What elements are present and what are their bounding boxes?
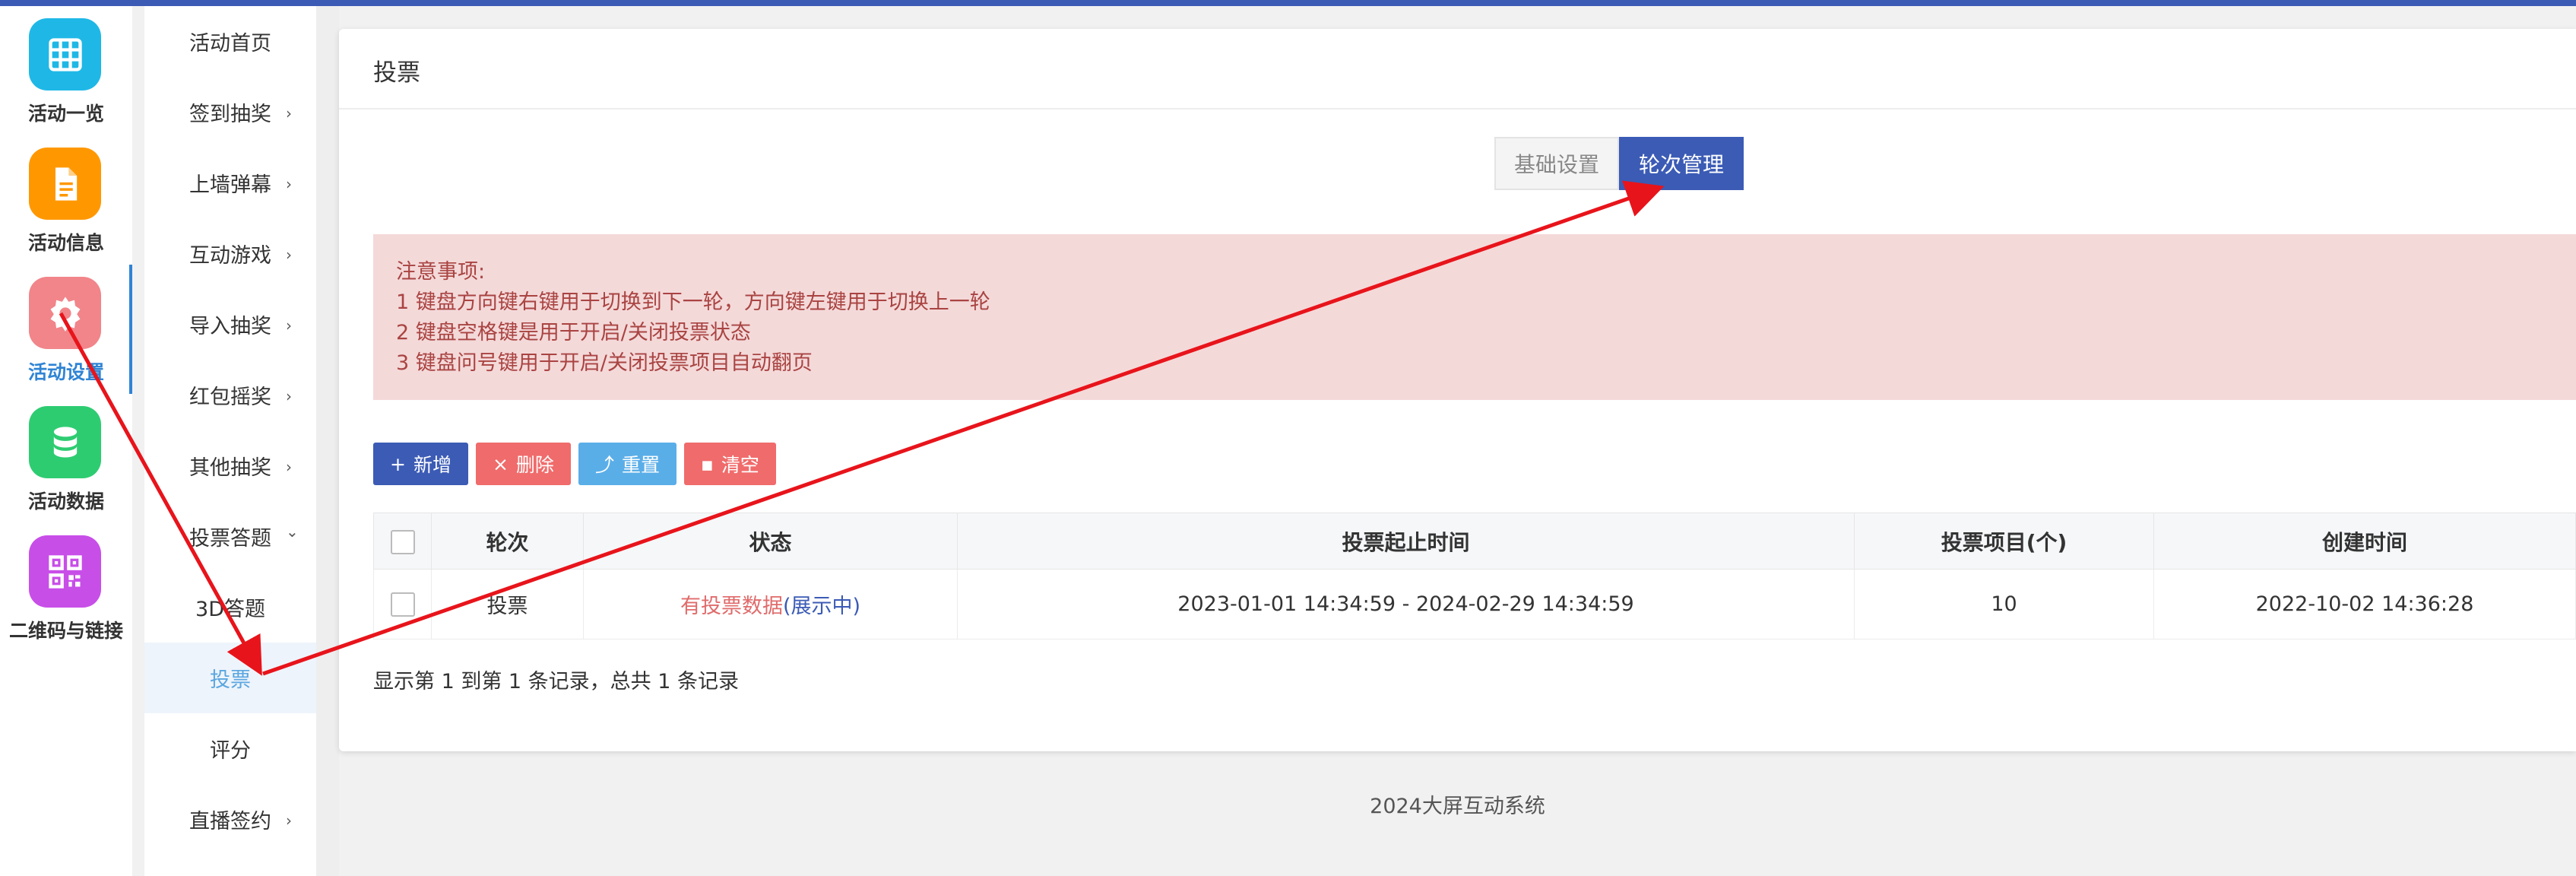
gear-icon [29,277,101,349]
cell-item-count: 10 [1854,569,2154,640]
rail-item-activity-info[interactable]: 活动信息 [0,135,132,265]
rail-item-label: 活动数据 [27,490,104,513]
submenu-label: 导入抽奖 [189,315,271,338]
main-nav-rail: 活动一览 活动信息 活动设置 活动数据 二维码与链接 [0,6,132,876]
select-all-cell [373,513,432,570]
table-toolbar: + 新增 × 删除 ⤴ 重置 ▪ 清空 [373,443,776,485]
chevron-right-icon: › [286,458,292,476]
submenu-item-live-sign[interactable]: 直播签约 › [144,784,316,855]
clear-button-label: 清空 [721,454,759,476]
table-header-row: 轮次 状态 投票起止时间 投票项目(个) 创建时间 [373,513,2576,570]
submenu-item-vote[interactable]: 投票 [144,643,316,713]
pagination-info: 显示第 1 到第 1 条记录，总共 1 条记录 [373,670,740,694]
rail-item-label: 活动一览 [27,103,104,125]
submenu-label: 投票 [210,668,251,692]
notice-box: 注意事项: 1 键盘方向键右键用于切换到下一轮，方向键左键用于切换上一轮 2 键… [373,234,2576,400]
main-content-card: 投票 基础设置 轮次管理 注意事项: 1 键盘方向键右键用于切换到下一轮，方向键… [339,29,2576,751]
submenu-label: 上墙弹幕 [189,173,271,197]
submenu-label: 评分 [210,739,251,763]
notice-line: 3 键盘问号键用于开启/关闭投票项目自动翻页 [396,351,813,375]
rail-item-activity-data[interactable]: 活动数据 [0,394,132,523]
submenu-label: 3D答题 [195,598,265,621]
cell-round: 投票 [431,569,584,640]
submenu-item-vote-quiz[interactable]: 投票答题 ⌄ [144,501,316,572]
column-header-status[interactable]: 状态 [583,513,958,570]
close-icon: × [492,452,509,475]
select-all-checkbox[interactable] [390,529,415,554]
rail-item-label: 二维码与链接 [8,620,123,642]
submenu-item-3d-quiz[interactable]: 3D答题 [144,572,316,643]
status-showing: (展示中) [782,595,861,618]
clear-button[interactable]: ▪ 清空 [683,443,776,485]
cell-created: 2022-10-02 14:36:28 [2153,569,2576,640]
submenu-item-interactive-games[interactable]: 互动游戏 › [144,218,316,289]
document-icon [29,148,101,220]
notice-heading: 注意事项: [396,260,486,284]
sub-nav-menu: 活动首页 签到抽奖 › 上墙弹幕 › 互动游戏 › 导入抽奖 › 红包摇奖 › 其他抽奖 ›… [144,6,316,876]
delete-button-label: 删除 [515,454,554,476]
column-header-item-count[interactable]: 投票项目(个) [1854,513,2154,570]
page-footer: 2024大屏互动系统 [1370,795,1545,818]
page-title: 投票 [373,59,420,87]
submenu-label: 活动首页 [189,32,271,56]
title-divider [339,108,2576,110]
submenu-item-red-packet[interactable]: 红包摇奖 › [144,360,316,430]
submenu-label: 互动游戏 [189,244,271,268]
chevron-right-icon: › [286,246,292,264]
rail-item-activity-settings[interactable]: 活动设置 [0,265,132,394]
submenu-item-wall-danmaku[interactable]: 上墙弹幕 › [144,148,316,218]
cell-time-range: 2023-01-01 14:34:59 - 2024-02-29 14:34:5… [957,569,1855,640]
chevron-right-icon: › [286,387,292,405]
tab-basic-settings[interactable]: 基础设置 [1494,137,1620,190]
chevron-right-icon: › [286,104,292,122]
delete-button[interactable]: × 删除 [475,443,571,485]
submenu-label: 直播签约 [189,810,271,833]
submenu-item-rating[interactable]: 评分 [144,713,316,784]
submenu-item-activity-home[interactable]: 活动首页 [144,6,316,77]
submenu-label: 红包摇奖 [189,386,271,409]
database-icon [29,406,101,478]
reset-button-label: 重置 [621,454,660,476]
submenu-label: 其他抽奖 [189,456,271,480]
top-accent-bar [0,0,2576,6]
add-button-label: 新增 [413,454,452,476]
rail-item-activity-list[interactable]: 活动一览 [0,6,132,135]
trash-icon: ▪ [700,452,714,475]
tab-round-management[interactable]: 轮次管理 [1619,137,1744,190]
column-header-time-range[interactable]: 投票起止时间 [957,513,1855,570]
chevron-down-icon: ⌄ [286,522,299,541]
chevron-right-icon: › [286,175,292,193]
status-has-data: 有投票数据 [680,595,783,618]
plus-icon: + [390,452,406,475]
row-checkbox[interactable] [390,592,415,617]
table-row[interactable]: 投票 有投票数据(展示中) 2023-01-01 14:34:59 - 2024… [373,569,2576,640]
rail-item-qrcode-link[interactable]: 二维码与链接 [0,523,132,652]
rail-item-label: 活动信息 [27,232,104,254]
submenu-label: 签到抽奖 [189,103,271,126]
column-header-created[interactable]: 创建时间 [2153,513,2576,570]
chevron-right-icon: › [286,811,292,830]
rail-item-label: 活动设置 [27,361,104,383]
submenu-label: 投票答题 [189,527,271,551]
reset-button[interactable]: ⤴ 重置 [578,443,676,485]
rounds-table: 轮次 状态 投票起止时间 投票项目(个) 创建时间 投票 有投票数据(展示中) … [373,513,2576,640]
qrcode-icon [29,535,101,608]
submenu-item-import-lottery[interactable]: 导入抽奖 › [144,289,316,360]
settings-tabs: 基础设置 轮次管理 [1494,137,1744,190]
content-gutter [316,6,339,876]
row-select-cell [373,569,432,640]
column-header-round[interactable]: 轮次 [431,513,584,570]
cell-status: 有投票数据(展示中) [583,569,958,640]
notice-line: 2 键盘空格键是用于开启/关闭投票状态 [396,321,751,344]
chevron-right-icon: › [286,316,292,335]
notice-line: 1 键盘方向键右键用于切换到下一轮，方向键左键用于切换上一轮 [396,290,990,314]
add-button[interactable]: + 新增 [373,443,468,485]
submenu-item-other-lottery[interactable]: 其他抽奖 › [144,430,316,501]
reset-icon: ⤴ [594,454,614,476]
submenu-item-signin-lottery[interactable]: 签到抽奖 › [144,77,316,148]
grid-icon [29,18,101,90]
